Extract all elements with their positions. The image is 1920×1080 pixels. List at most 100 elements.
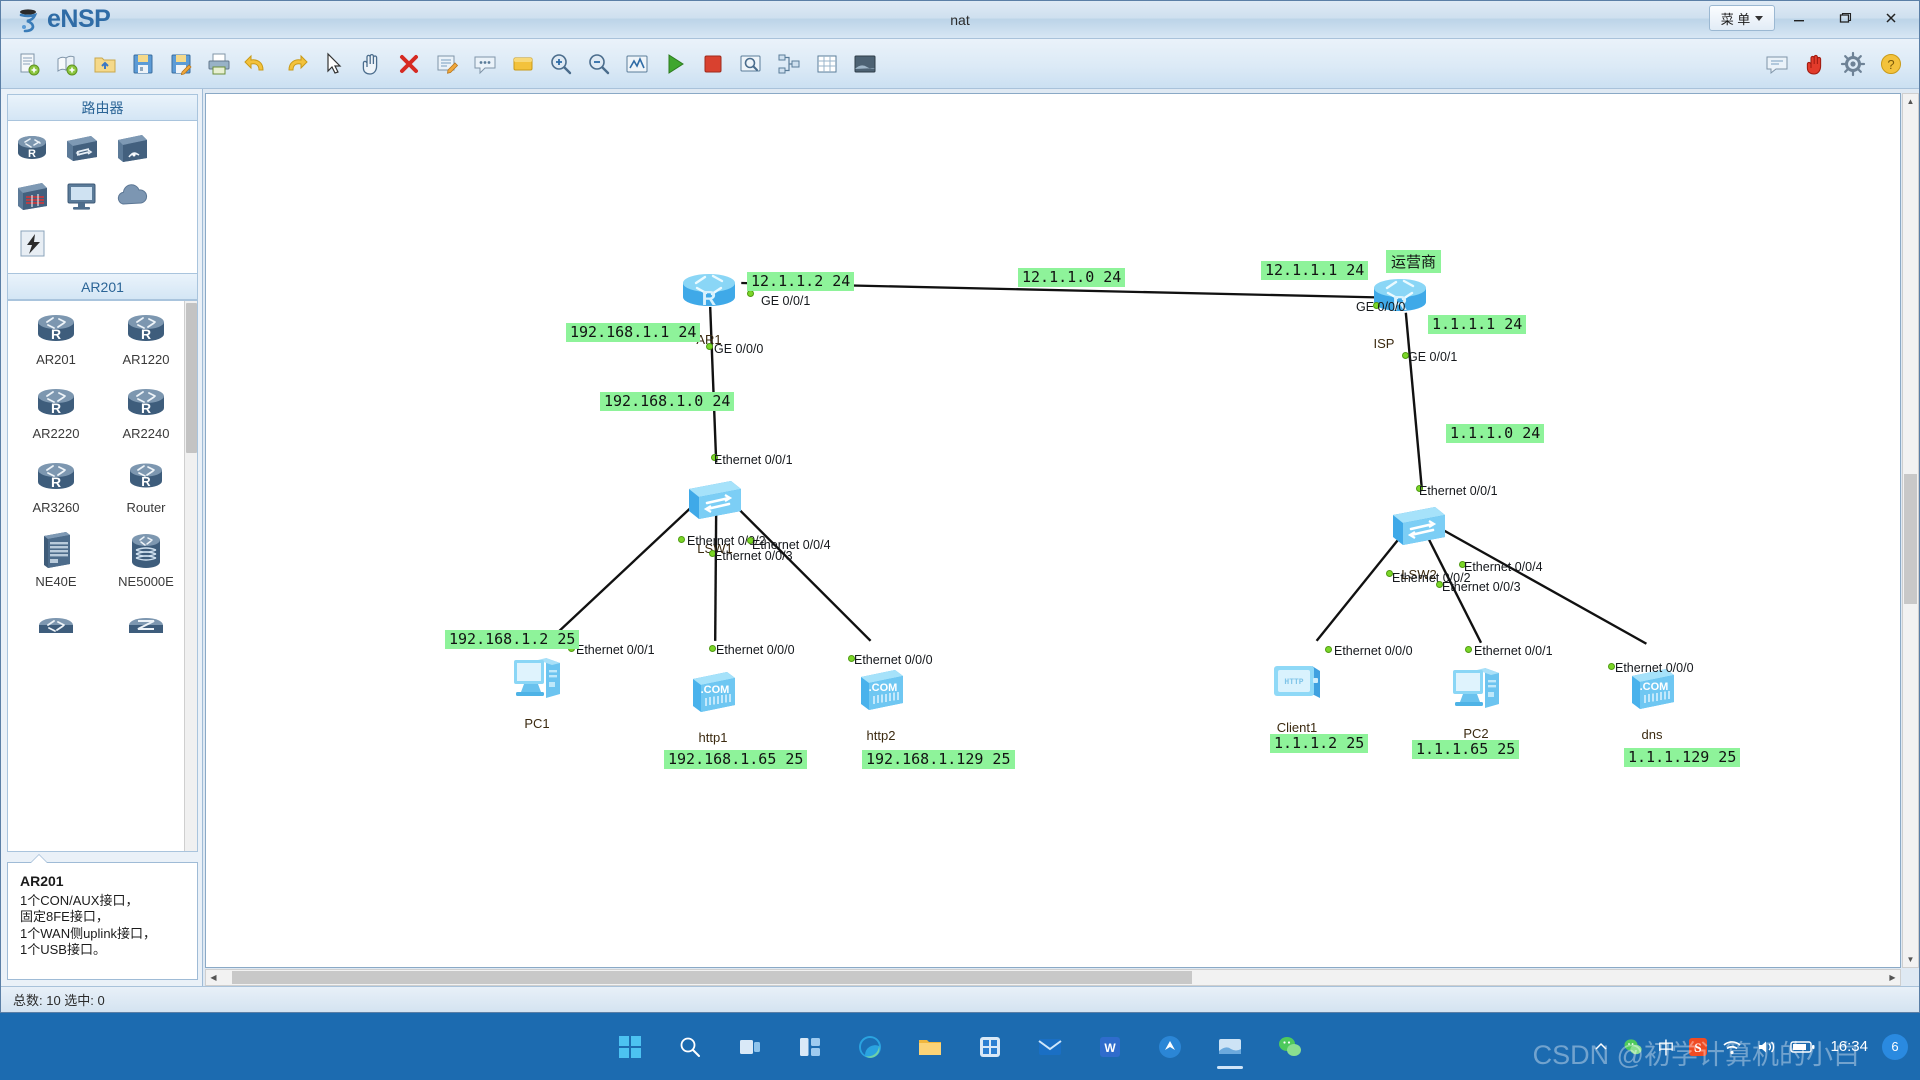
wechat-taskbar-button[interactable] — [1267, 1024, 1313, 1070]
topology-link[interactable] — [708, 306, 718, 463]
open-button[interactable] — [87, 46, 123, 82]
scroll-up-arrow[interactable]: ▲ — [1903, 94, 1918, 109]
device-item-ne40e[interactable]: NE40E — [14, 529, 98, 589]
scroll-right-arrow[interactable]: ▶ — [1885, 970, 1900, 985]
add-text-button[interactable] — [467, 46, 503, 82]
ip-address-label[interactable]: 192.168.1.1 24 — [566, 323, 701, 343]
red-hand-button[interactable] — [1797, 46, 1833, 82]
ip-address-label[interactable]: 1.1.1.65 25 — [1412, 740, 1520, 760]
scroll-down-arrow[interactable]: ▼ — [1903, 952, 1918, 967]
maximize-button[interactable] — [1823, 4, 1867, 32]
canvas-vertical-scrollbar[interactable]: ▲ ▼ — [1902, 93, 1919, 968]
device-item-router[interactable]: R Router — [104, 455, 188, 515]
grid-button[interactable] — [809, 46, 845, 82]
scroll-left-arrow[interactable]: ◀ — [206, 970, 221, 985]
device-item-ar2240[interactable]: R AR2240 — [104, 381, 188, 441]
add-shape-button[interactable] — [505, 46, 541, 82]
mail-button[interactable] — [1027, 1024, 1073, 1070]
edge-browser-button[interactable] — [847, 1024, 893, 1070]
device-item-partial-router[interactable] — [14, 603, 98, 645]
category-panel-header[interactable]: 路由器 — [8, 95, 197, 121]
delete-button[interactable] — [391, 46, 427, 82]
ip-address-label[interactable]: 1.1.1.1 24 — [1428, 315, 1527, 335]
ip-address-label[interactable]: 12.1.1.2 24 — [747, 272, 855, 292]
switch-category-icon[interactable] — [62, 128, 102, 168]
save-as-button[interactable] — [163, 46, 199, 82]
wifi-icon[interactable] — [1722, 1038, 1742, 1056]
save-button[interactable] — [125, 46, 161, 82]
console-button[interactable] — [847, 46, 883, 82]
topology-tree-button[interactable] — [771, 46, 807, 82]
router-category-icon[interactable]: R — [12, 128, 52, 168]
topology-canvas[interactable]: R AR1 R ISP LSW1 LSW2 PC1 .COM http1 .CO… — [205, 93, 1901, 968]
switch-icon[interactable] — [1387, 501, 1451, 556]
topology-link[interactable] — [550, 503, 695, 639]
taskbar-clock[interactable]: 16:34 — [1830, 1038, 1868, 1055]
zoom-out-button[interactable] — [581, 46, 617, 82]
scrollbar-thumb[interactable] — [186, 303, 197, 453]
ime-indicator[interactable]: 中 — [1657, 1034, 1674, 1059]
comment-panel-button[interactable] — [1759, 46, 1795, 82]
file-explorer-button[interactable] — [907, 1024, 953, 1070]
quick-app-button[interactable] — [1147, 1024, 1193, 1070]
device-item-ar2220[interactable]: R AR2220 — [14, 381, 98, 441]
ip-address-label[interactable]: 1.1.1.0 24 — [1446, 424, 1545, 444]
ip-address-label[interactable]: 1.1.1.129 25 — [1624, 748, 1741, 768]
ip-address-label[interactable]: 192.168.1.129 25 — [862, 750, 1015, 770]
device-item-partial-hub[interactable] — [104, 603, 188, 645]
annotation-label[interactable]: 运营商 — [1386, 250, 1442, 273]
client-icon[interactable]: HTTP — [1268, 660, 1326, 713]
inspect-button[interactable] — [733, 46, 769, 82]
help-button[interactable]: ? — [1873, 46, 1909, 82]
search-button[interactable] — [667, 1024, 713, 1070]
topology-link[interactable] — [733, 503, 872, 642]
cloud-category-icon[interactable] — [112, 176, 152, 216]
ip-address-label[interactable]: 12.1.1.0 24 — [1018, 268, 1126, 288]
switch-icon[interactable] — [683, 475, 747, 530]
print-button[interactable] — [201, 46, 237, 82]
pc-icon[interactable] — [1447, 662, 1505, 721]
speaker-icon[interactable] — [1756, 1038, 1776, 1056]
ip-address-label[interactable]: 192.168.1.0 24 — [600, 392, 735, 412]
device-list[interactable]: R AR201 R AR1220 R AR2220 R AR2240 R AR3… — [7, 301, 198, 852]
sogou-input-icon[interactable]: S — [1688, 1037, 1708, 1057]
select-tool-button[interactable] — [315, 46, 351, 82]
wlan-category-icon[interactable] — [112, 128, 152, 168]
device-list-scrollbar[interactable] — [184, 301, 197, 851]
connection-category-icon[interactable] — [12, 224, 52, 264]
start-button[interactable] — [607, 1024, 653, 1070]
firewall-category-icon[interactable] — [12, 176, 52, 216]
settings-button[interactable] — [1835, 46, 1871, 82]
topology-link[interactable] — [1404, 312, 1424, 490]
add-note-button[interactable] — [429, 46, 465, 82]
new-topology-button[interactable] — [11, 46, 47, 82]
chevron-up-icon[interactable] — [1593, 1039, 1609, 1055]
ip-address-label[interactable]: 192.168.1.2 25 — [445, 630, 580, 650]
widgets-button[interactable] — [787, 1024, 833, 1070]
new-blank-button[interactable] — [49, 46, 85, 82]
ip-address-label[interactable]: 192.168.1.65 25 — [664, 750, 808, 770]
pc-icon[interactable] — [508, 652, 566, 711]
microsoft-store-button[interactable] — [967, 1024, 1013, 1070]
vertical-scrollbar-thumb[interactable] — [1904, 474, 1917, 604]
device-item-ar1220[interactable]: R AR1220 — [104, 307, 188, 367]
horizontal-scrollbar-thumb[interactable] — [232, 971, 1192, 984]
capture-packet-button[interactable] — [619, 46, 655, 82]
notification-badge[interactable]: 6 — [1882, 1033, 1908, 1060]
server-icon[interactable]: .COM — [853, 665, 909, 720]
minimize-button[interactable] — [1777, 4, 1821, 32]
close-button[interactable] — [1869, 4, 1913, 32]
device-item-ar201[interactable]: R AR201 — [14, 307, 98, 367]
canvas-horizontal-scrollbar[interactable]: ◀ ▶ — [205, 969, 1901, 986]
device-item-ne5000e[interactable]: NE5000E — [104, 529, 188, 589]
ip-address-label[interactable]: 12.1.1.1 24 — [1261, 261, 1369, 281]
terminal-category-icon[interactable] — [62, 176, 102, 216]
task-view-button[interactable] — [727, 1024, 773, 1070]
wechat-tray-icon[interactable] — [1623, 1037, 1643, 1057]
model-panel-header[interactable]: AR201 — [8, 274, 197, 300]
ip-address-label[interactable]: 1.1.1.2 25 — [1270, 734, 1369, 754]
menu-button[interactable]: 菜 单 — [1709, 5, 1775, 31]
redo-button[interactable] — [277, 46, 313, 82]
router-icon[interactable]: R — [1369, 270, 1431, 325]
pan-tool-button[interactable] — [353, 46, 389, 82]
